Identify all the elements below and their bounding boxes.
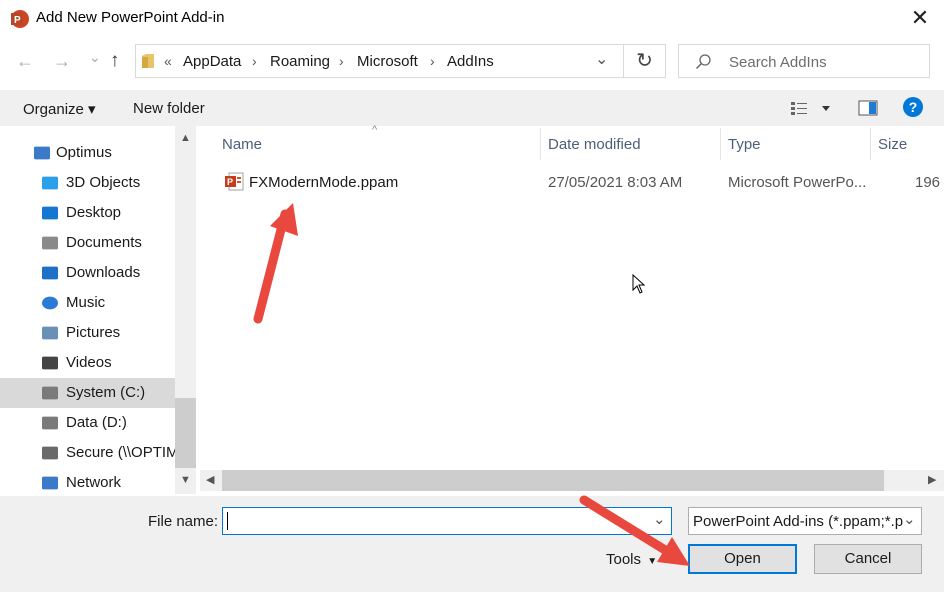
annotation-overlay: [253, 203, 690, 566]
annotation-arrow-to-open: [579, 495, 690, 566]
annotation-arrow-to-file: [253, 203, 298, 324]
